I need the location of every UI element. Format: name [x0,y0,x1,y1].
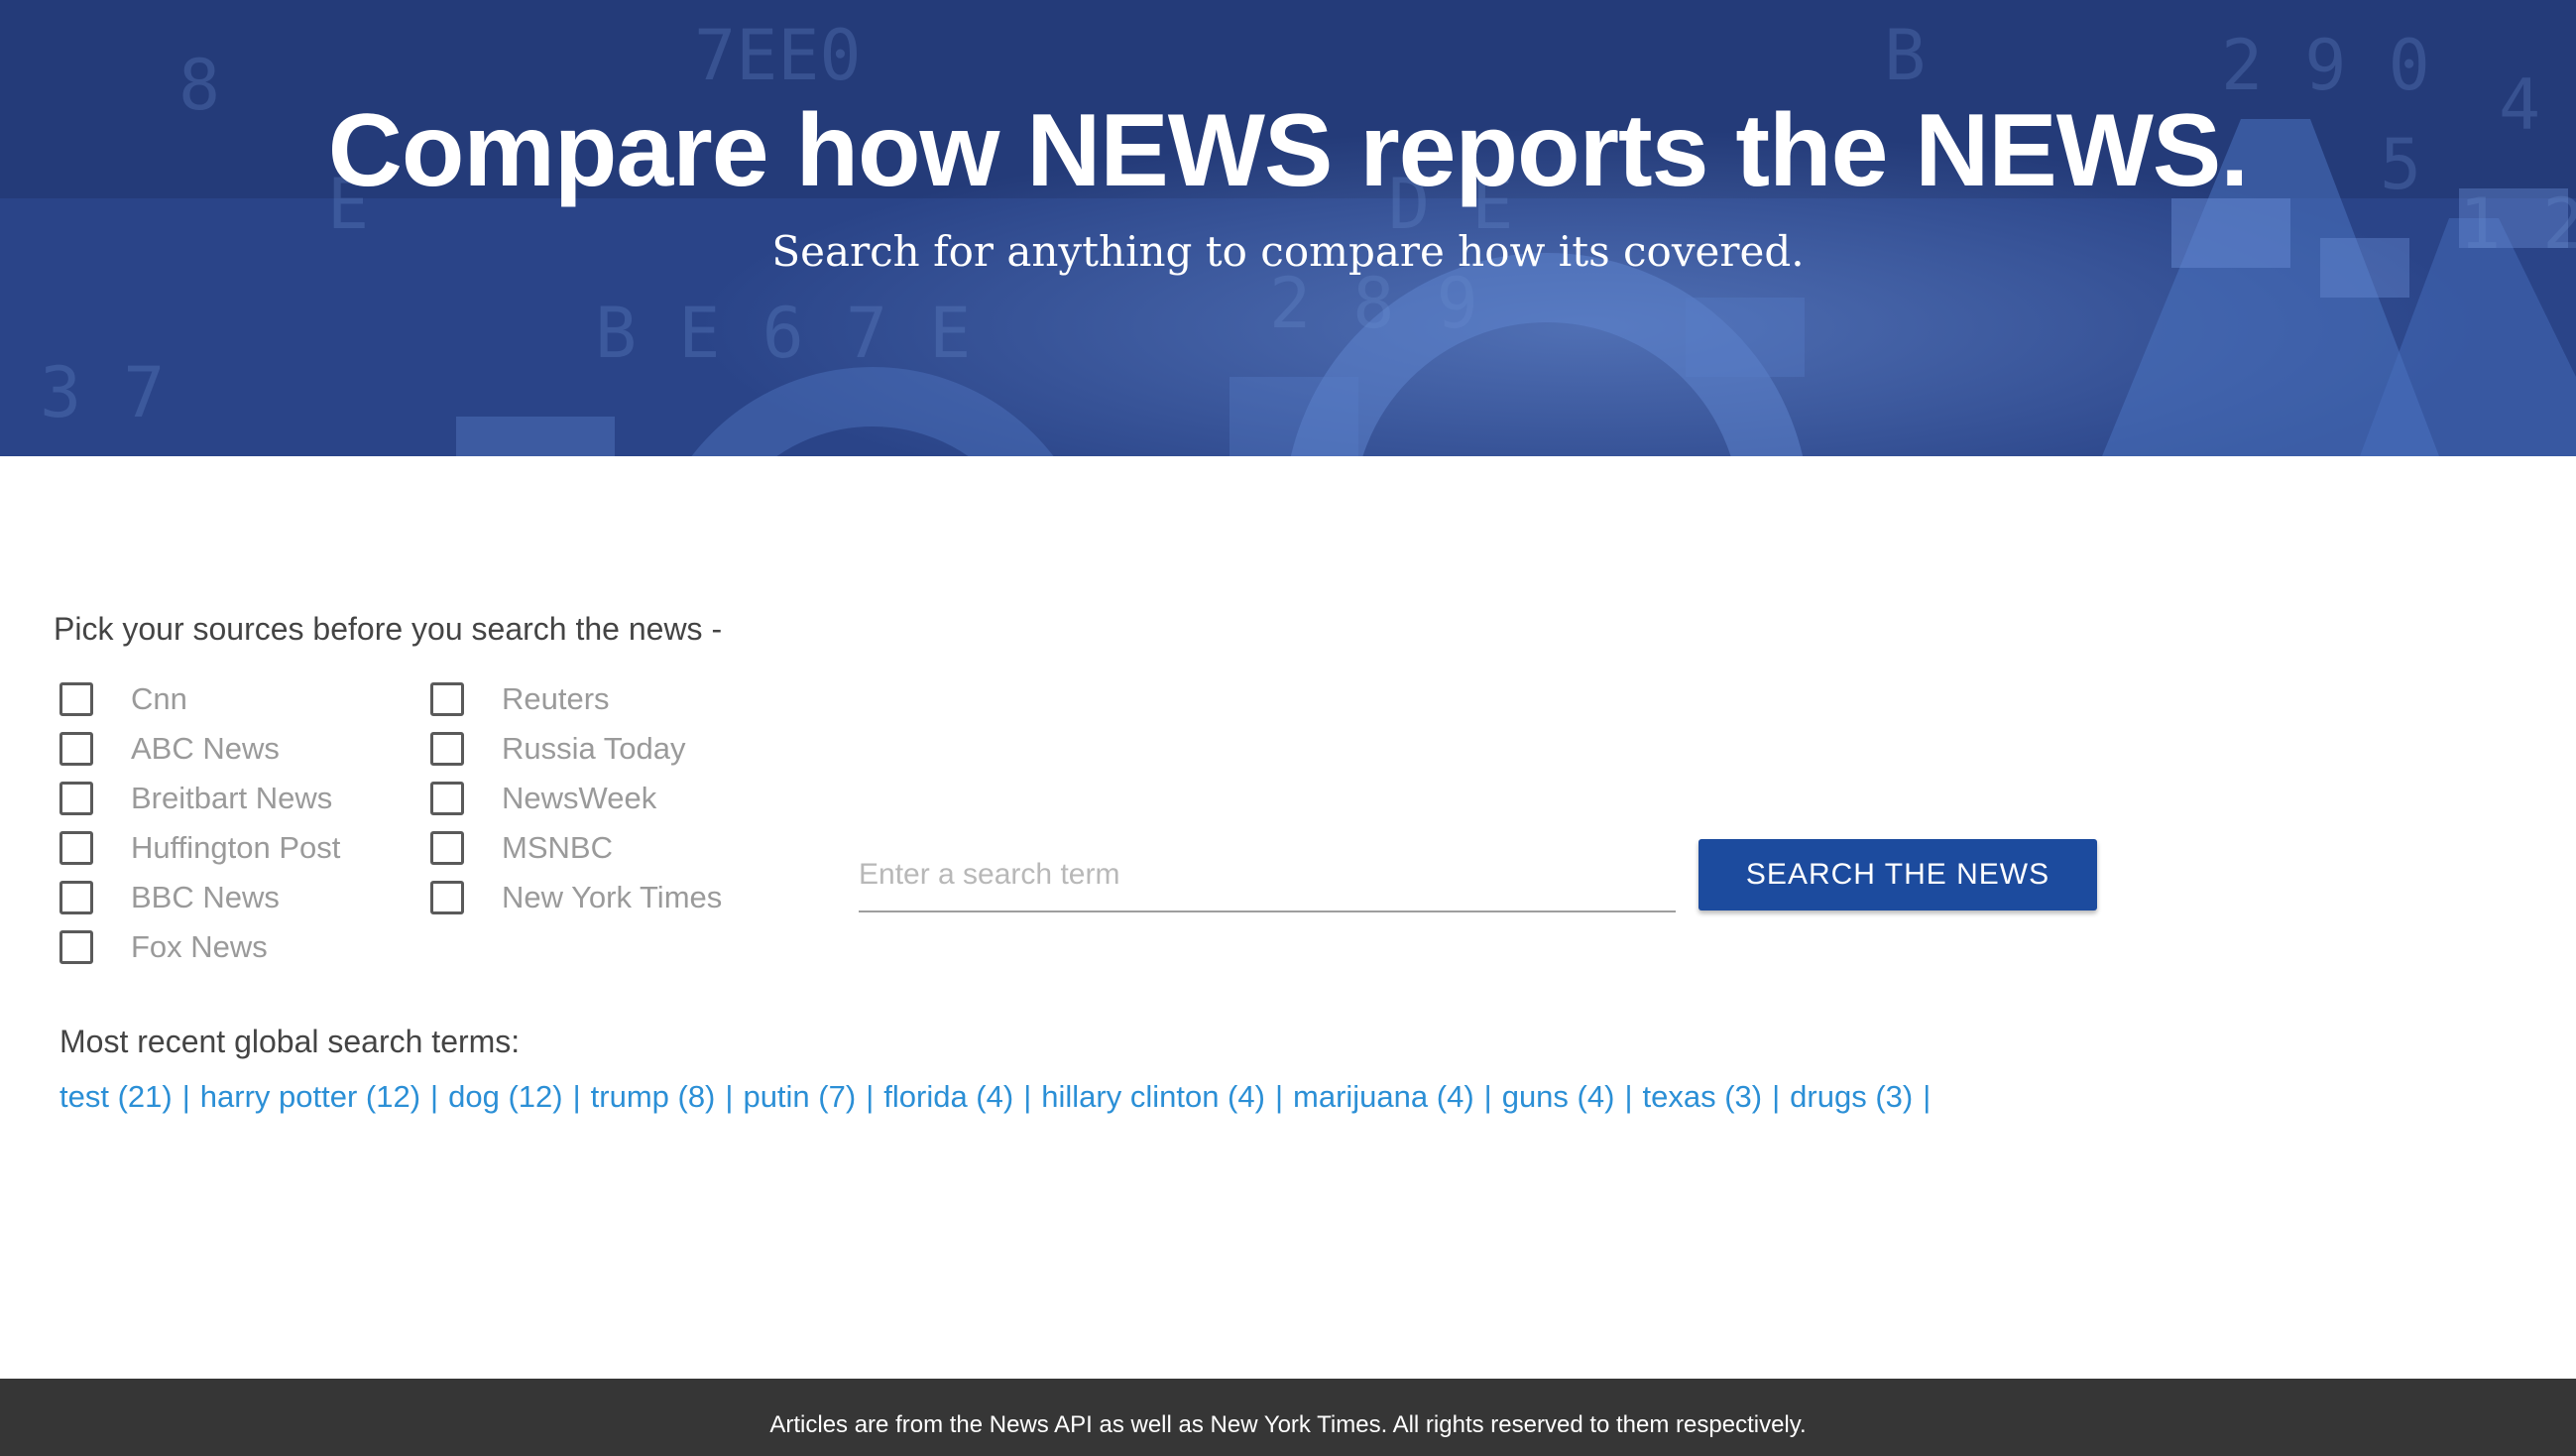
checkbox[interactable] [430,831,464,865]
source-label: Huffington Post [131,830,341,865]
source-label: ABC News [131,731,280,766]
source-option-new-york-times[interactable]: New York Times [430,873,722,922]
source-option-abc-news[interactable]: ABC News [59,724,340,774]
recent-searches-label: Most recent global search terms: [59,1024,521,1059]
page-subtitle: Search for anything to compare how its c… [771,227,1805,276]
checkbox[interactable] [59,881,93,914]
checkbox[interactable] [430,881,464,914]
recent-term-link[interactable]: hillary clinton (4) [1041,1079,1265,1114]
source-option-cnn[interactable]: Cnn [59,674,340,724]
separator: | [1772,1079,1781,1114]
checkbox[interactable] [59,682,93,716]
source-option-newsweek[interactable]: NewsWeek [430,774,722,823]
recent-term-link[interactable]: florida (4) [883,1079,1013,1114]
source-label: Cnn [131,681,187,716]
recent-searches-list: test (21) | harry potter (12) | dog (12) | tru… [59,1075,2439,1119]
source-label: Breitbart News [131,781,333,815]
svg-text:7EE0: 7EE0 [694,15,862,96]
recent-term-link[interactable]: drugs (3) [1790,1079,1913,1114]
sources-column-1: Cnn ABC News Breitbart News Huffington P… [59,674,340,972]
source-option-reuters[interactable]: Reuters [430,674,722,724]
source-option-fox-news[interactable]: Fox News [59,922,340,972]
footer-text: Articles are from the News API as well a… [769,1411,1807,1438]
svg-text:B E 6 7 E: B E 6 7 E [595,293,971,374]
separator: | [725,1079,734,1114]
recent-term-link[interactable]: dog (12) [448,1079,562,1114]
svg-text:B: B [1884,15,1926,96]
recent-term-link[interactable]: guns (4) [1502,1079,1615,1114]
separator: | [1923,1079,1932,1114]
separator: | [430,1079,439,1114]
source-label: NewsWeek [502,781,657,815]
source-option-msnbc[interactable]: MSNBC [430,823,722,873]
source-label: Reuters [502,681,610,716]
recent-term-link[interactable]: harry potter (12) [200,1079,420,1114]
separator: | [1483,1079,1492,1114]
recent-term-link[interactable]: trump (8) [591,1079,716,1114]
checkbox[interactable] [59,831,93,865]
checkbox[interactable] [59,782,93,815]
checkbox[interactable] [430,782,464,815]
hero-banner: 8 7EE0 B 2 9 0 5 4 E B E 6 7 E 2 8 9 D E… [0,0,2576,456]
checkbox[interactable] [59,930,93,964]
source-label: Russia Today [502,731,686,766]
page-title: Compare how NEWS reports the NEWS. [327,93,2249,208]
sources-column-2: Reuters Russia Today NewsWeek MSNBC New … [430,674,722,922]
checkbox[interactable] [59,732,93,766]
source-option-bbc-news[interactable]: BBC News [59,873,340,922]
recent-term-link[interactable]: test (21) [59,1079,173,1114]
svg-text:3 7: 3 7 [40,352,165,433]
separator: | [181,1079,190,1114]
source-label: New York Times [502,880,723,914]
footer: Articles are from the News API as well a… [0,1379,2576,1456]
recent-term-link[interactable]: marijuana (4) [1293,1079,1474,1114]
source-label: Fox News [131,929,268,964]
checkbox[interactable] [430,682,464,716]
source-label: MSNBC [502,830,613,865]
separator: | [572,1079,581,1114]
separator: | [1023,1079,1032,1114]
source-option-breitbart-news[interactable]: Breitbart News [59,774,340,823]
recent-term-link[interactable]: texas (3) [1643,1079,1763,1114]
separator: | [1274,1079,1284,1114]
recent-term-link[interactable]: putin (7) [743,1079,856,1114]
separator: | [1624,1079,1633,1114]
separator: | [866,1079,875,1114]
search-button[interactable]: SEARCH THE NEWS [1698,839,2097,910]
source-option-huffington-post[interactable]: Huffington Post [59,823,340,873]
source-label: BBC News [131,880,280,914]
source-option-russia-today[interactable]: Russia Today [430,724,722,774]
checkbox[interactable] [430,732,464,766]
sources-label: Pick your sources before you search the … [54,611,723,647]
search-input[interactable] [859,839,1676,912]
